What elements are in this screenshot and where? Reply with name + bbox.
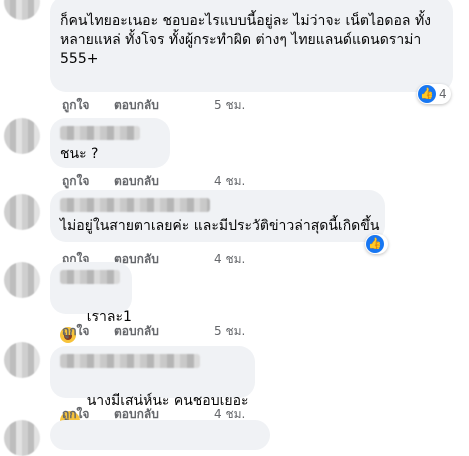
- avatar[interactable]: [4, 194, 40, 230]
- like-button[interactable]: ถูกใจ: [62, 96, 114, 115]
- like-button[interactable]: ถูกใจ: [62, 322, 114, 341]
- comment-bubble: นางมีเสน่ห์นะ คนชอบเยอะ: [50, 346, 255, 431]
- author-name[interactable]: [60, 354, 200, 368]
- comment-actions: ถูกใจ ตอบกลับ 4 ชม.: [62, 172, 245, 191]
- comment-text: ชนะ ?: [60, 146, 99, 162]
- author-name[interactable]: [60, 198, 210, 212]
- timestamp[interactable]: 4 ชม.: [214, 172, 245, 191]
- reply-button[interactable]: ตอบกลับ: [114, 172, 214, 191]
- like-button[interactable]: ถูกใจ: [62, 172, 114, 191]
- author-name[interactable]: [60, 126, 140, 140]
- author-name[interactable]: [60, 270, 120, 284]
- like-icon: 👍: [366, 235, 384, 253]
- reply-button[interactable]: ตอบกลับ: [114, 250, 214, 269]
- avatar[interactable]: [4, 118, 40, 154]
- comment-bubble: [50, 420, 270, 450]
- reply-button[interactable]: ตอบกลับ: [114, 96, 214, 115]
- comment-bubble: ก็คนไทยอะเนอะ ชอบอะไรแบบนี้อยู่ละ ไม่ว่า…: [50, 0, 453, 92]
- comment-actions: ถูกใจ ตอบกลับ 5 ชม.: [62, 322, 245, 341]
- avatar[interactable]: [4, 262, 40, 298]
- reply-button[interactable]: ตอบกลับ: [114, 322, 214, 341]
- avatar[interactable]: [4, 342, 40, 378]
- reaction-summary[interactable]: 👍: [365, 234, 388, 254]
- comment-bubble: เราละ1: [50, 262, 132, 343]
- timestamp[interactable]: 4 ชม.: [214, 250, 245, 269]
- comment-bubble: ไม่อยู่ในสายตาเลยค่ะ และมีประวัติข่าวล่า…: [50, 190, 385, 242]
- comment-actions: ถูกใจ ตอบกลับ 5 ชม.: [62, 96, 245, 115]
- comment-bubble: ชนะ ?: [50, 118, 170, 168]
- comment-text: ไม่อยู่ในสายตาเลยค่ะ และมีประวัติข่าวล่า…: [60, 218, 380, 234]
- avatar[interactable]: [4, 0, 40, 20]
- reaction-count: 4: [439, 87, 447, 101]
- timestamp[interactable]: 5 ชม.: [214, 322, 245, 341]
- like-icon: 👍: [418, 85, 436, 103]
- avatar[interactable]: [4, 420, 40, 456]
- timestamp[interactable]: 5 ชม.: [214, 96, 245, 115]
- reaction-summary[interactable]: 👍 4: [417, 84, 451, 104]
- comment-text: ก็คนไทยอะเนอะ ชอบอะไรแบบนี้อยู่ละ ไม่ว่า…: [60, 13, 432, 67]
